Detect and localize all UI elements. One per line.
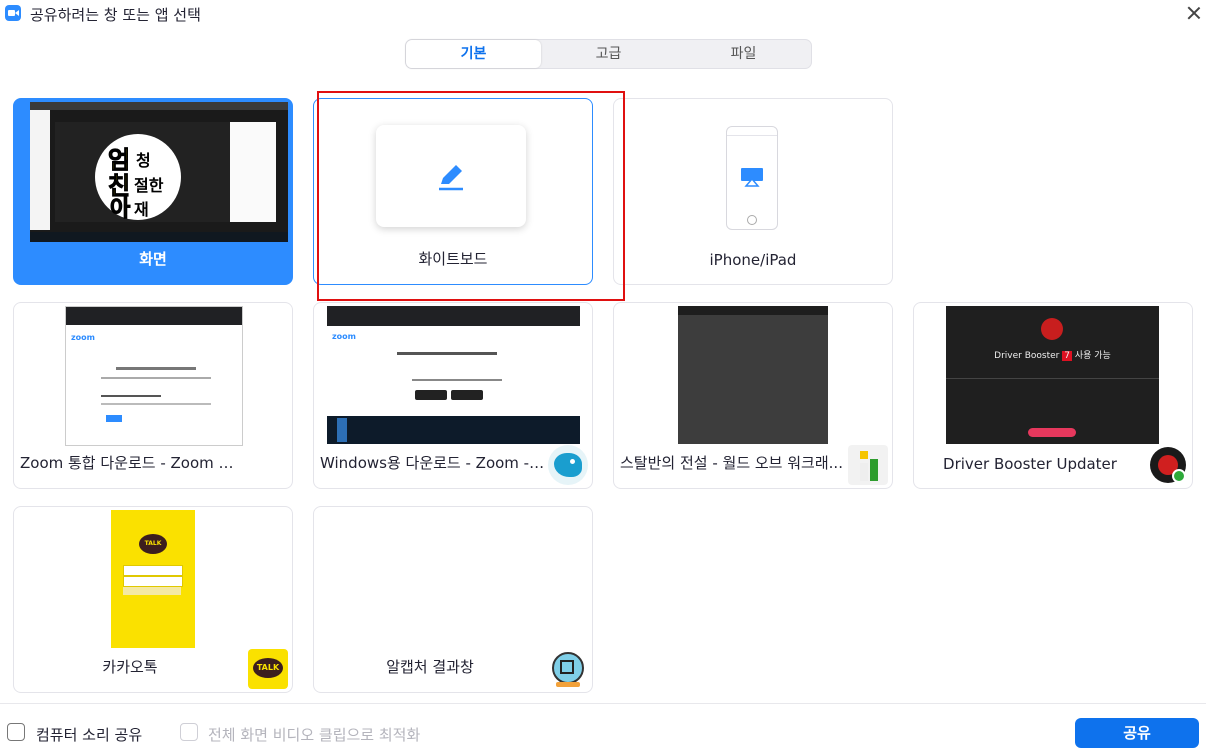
starcraft-thumbnail [678,306,828,444]
windows-download-thumbnail: zoom [327,306,580,444]
share-card-zoom-download[interactable]: zoom Zoom 통합 다운로드 - Zoom 및 ... [13,302,293,489]
driver-booster-thumbnail: Driver Booster 7 사용 가능 [946,306,1159,444]
share-audio-label: 컴퓨터 소리 공유 [36,726,143,744]
tab-bar: 기본 고급 파일 [405,39,812,69]
share-button[interactable]: 공유 [1075,718,1199,748]
thumb-char-5: 아 [109,197,131,223]
title-bar: 공유하려는 창 또는 앱 선택 [0,0,1206,28]
tab-files[interactable]: 파일 [676,40,811,68]
card-label-iphone: iPhone/iPad [709,251,797,269]
driver-booster-version: 7 [1062,351,1072,361]
share-card-screen[interactable]: 엄 청 친 절한 아 재 화면 [13,98,293,285]
share-card-iphone[interactable]: iPhone/iPad [613,98,893,285]
phone-preview [726,126,778,230]
share-card-whiteboard[interactable]: 화이트보드 [313,98,593,285]
thumb-char-2: 청 [136,151,151,170]
tab-advanced[interactable]: 고급 [541,40,676,68]
kakaotalk-icon: TALK [248,649,288,689]
card-label-starcraft: 스탈반의 전설 - 월드 오브 워크래... [620,454,843,472]
share-audio-checkbox[interactable] [7,723,25,741]
share-card-driver-booster[interactable]: Driver Booster 7 사용 가능 Driver Booster Up… [913,302,1193,489]
window-title: 공유하려는 창 또는 앱 선택 [30,6,201,24]
kakaotalk-thumbnail: TALK [111,510,195,648]
card-label-zoom-download: Zoom 통합 다운로드 - Zoom 및 ... [20,454,246,472]
optimize-video-checkbox[interactable] [180,723,198,741]
close-icon[interactable] [1185,4,1203,22]
thumb-char-6: 재 [134,200,149,219]
thumb-char-4: 절한 [134,176,164,195]
zoom-app-icon [5,5,21,21]
driver-booster-title: Driver Booster [994,351,1060,361]
card-label-alcapture: 알캡처 결과창 [386,658,474,676]
card-label-windows-download: Windows용 다운로드 - Zoom - W... [320,454,546,472]
card-label-screen: 화면 [139,250,167,268]
pen-icon [439,165,463,191]
card-label-kakaotalk: 카카오톡 [102,658,158,676]
share-card-starcraft[interactable]: 스탈반의 전설 - 월드 오브 워크래... [613,302,893,489]
tab-basic[interactable]: 기본 [406,40,541,68]
card-label-whiteboard: 화이트보드 [418,250,488,268]
airplay-icon [741,168,763,187]
alcapture-icon [548,649,588,689]
app-icon-bars [848,445,888,485]
whale-browser-icon [548,445,588,485]
screen-thumbnail: 엄 청 친 절한 아 재 [30,102,288,242]
optimize-video-label: 전체 화면 비디오 클립으로 최적화 [208,726,421,744]
kakaotalk-bubble: TALK [253,658,283,678]
driver-booster-available: 사용 가능 [1074,351,1111,361]
zoom-download-thumbnail: zoom [65,306,243,446]
talk-logo: TALK [139,534,167,554]
share-card-kakaotalk[interactable]: TALK 카카오톡 TALK [13,506,293,693]
share-card-alcapture[interactable]: 알캡처 결과창 [313,506,593,693]
card-label-driver-booster: Driver Booster Updater [943,455,1117,473]
footer-divider [0,703,1206,704]
share-card-windows-download[interactable]: zoom Windows용 다운로드 - Zoom - W... [313,302,593,489]
driver-booster-icon [1148,445,1188,485]
whiteboard-preview [376,125,526,227]
